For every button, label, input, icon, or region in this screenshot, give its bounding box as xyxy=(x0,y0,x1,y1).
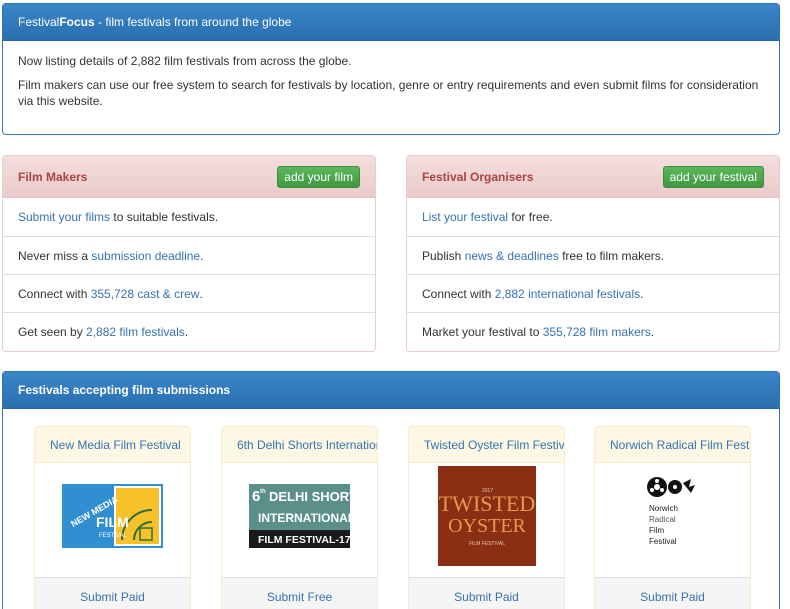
svg-text:OYSTER: OYSTER xyxy=(448,515,526,537)
film-makers-panel: Film Makers add your film Submit your fi… xyxy=(2,155,376,352)
film-festivals-link[interactable]: 2,882 film festivals xyxy=(86,325,185,339)
list-item: Publish news & deadlines free to film ma… xyxy=(407,236,779,274)
submit-paid-link[interactable]: Submit Paid xyxy=(595,577,750,609)
list-item-text: . xyxy=(184,324,189,339)
festival-card[interactable]: Norwich Radical Film Festival Norwich Ra… xyxy=(594,426,751,609)
news-deadlines-link[interactable]: news & deadlines xyxy=(465,249,559,263)
submit-free-link[interactable]: Submit Free xyxy=(222,577,377,609)
norwich-radical-logo: Norwich Radical Film Festival xyxy=(646,477,695,546)
list-item-text: . xyxy=(200,248,204,263)
svg-text:INTERNATIONAL: INTERNATIONAL xyxy=(258,511,350,525)
list-item-text: Connect with xyxy=(422,286,495,301)
festival-card-title[interactable]: Twisted Oyster Film Festival xyxy=(409,427,564,463)
festivals-accepting-panel: Festivals accepting film submissions New… xyxy=(2,371,780,609)
festival-card-title[interactable]: Norwich Radical Film Festival xyxy=(595,427,750,463)
festival-logo[interactable]: 6 th DELHI SHORTS INTERNATIONAL FILM FES… xyxy=(222,463,377,569)
festival-organisers-title: Festival Organisers xyxy=(422,169,534,184)
festival-card[interactable]: New Media Film Festival NEW MEDIA FILM F… xyxy=(34,426,191,609)
svg-text:Norwich: Norwich xyxy=(649,504,678,513)
list-item-text: . xyxy=(199,286,203,301)
list-item: Submit your films to suitable festivals. xyxy=(3,198,375,236)
cast-crew-link[interactable]: 355,728 cast & crew xyxy=(91,287,200,301)
svg-text:DELHI SHORTS: DELHI SHORTS xyxy=(269,489,350,504)
international-festivals-link[interactable]: 2,882 international festivals xyxy=(495,287,640,301)
list-item: Market your festival to 355,728 film mak… xyxy=(407,312,779,350)
new-media-logo: NEW MEDIA FILM FESTIVAL xyxy=(62,484,163,548)
intro-panel: FestivalFocus - film festivals from arou… xyxy=(2,3,780,135)
submission-deadline-link[interactable]: submission deadline xyxy=(91,249,200,263)
list-item-text: free to film makers. xyxy=(558,248,665,263)
list-item-text: Connect with xyxy=(18,286,91,301)
festival-card-title[interactable]: 6th Delhi Shorts International Film Fest… xyxy=(222,427,377,463)
festival-logo[interactable]: NEW MEDIA FILM FESTIVAL xyxy=(35,463,190,569)
film-makers-link[interactable]: 355,728 film makers xyxy=(543,325,651,339)
svg-text:TWISTED: TWISTED xyxy=(438,491,535,516)
site-tagline: - film festivals from around the globe xyxy=(94,15,292,29)
list-item-text: to suitable festivals. xyxy=(110,210,219,224)
site-brand: FestivalFocus xyxy=(18,15,95,29)
list-your-festival-link[interactable]: List your festival xyxy=(422,210,508,224)
film-makers-list: Submit your films to suitable festivals.… xyxy=(3,198,375,350)
svg-text:Radical: Radical xyxy=(649,515,676,524)
brand-bold: Focus xyxy=(59,15,95,29)
list-item-text: for free. xyxy=(508,210,553,224)
list-item: Connect with 2,882 international festiva… xyxy=(407,274,779,312)
svg-text:th: th xyxy=(260,489,266,495)
list-item-text: . xyxy=(640,286,644,301)
brand-plain: Festival xyxy=(18,15,60,29)
add-your-festival-button[interactable]: add your festival xyxy=(662,165,764,188)
list-item: List your festival for free. xyxy=(407,198,779,236)
svg-text:FESTIVAL: FESTIVAL xyxy=(99,533,128,539)
svg-text:FILM FESTIVAL-17: FILM FESTIVAL-17 xyxy=(258,534,350,546)
add-your-film-button[interactable]: add your film xyxy=(277,165,360,188)
festival-organisers-panel: Festival Organisers add your festival Li… xyxy=(406,155,780,352)
list-item-text: Publish xyxy=(422,248,465,263)
festival-logo[interactable]: 2017 TWISTED OYSTER FILM FESTIVAL xyxy=(409,463,564,569)
list-item: Never miss a submission deadline. xyxy=(3,236,375,274)
festival-organisers-list: List your festival for free. Publish new… xyxy=(407,198,779,350)
list-item-text: Market your festival to xyxy=(422,324,543,339)
svg-text:Festival: Festival xyxy=(649,537,677,546)
festival-logo[interactable]: Norwich Radical Film Festival xyxy=(595,463,750,569)
intro-panel-heading: FestivalFocus - film festivals from arou… xyxy=(3,4,779,41)
film-makers-heading: Film Makers add your film xyxy=(3,156,375,198)
list-item: Get seen by 2,882 film festivals. xyxy=(3,312,375,350)
film-makers-title: Film Makers xyxy=(18,169,88,184)
list-item-text: Never miss a xyxy=(18,248,92,263)
intro-listing-text: Now listing details of 2,882 film festiv… xyxy=(18,54,352,68)
festival-card-title[interactable]: New Media Film Festival xyxy=(35,427,190,463)
list-item: Connect with 355,728 cast & crew. xyxy=(3,274,375,312)
svg-text:FILM FESTIVAL: FILM FESTIVAL xyxy=(468,541,504,547)
submit-your-films-link[interactable]: Submit your films xyxy=(18,210,110,224)
festivals-accepting-heading: Festivals accepting film submissions xyxy=(3,372,779,409)
svg-text:FILM: FILM xyxy=(96,514,129,530)
twisted-oyster-logo: 2017 TWISTED OYSTER FILM FESTIVAL xyxy=(437,466,536,566)
svg-text:Film: Film xyxy=(649,526,664,535)
festival-organisers-heading: Festival Organisers add your festival xyxy=(407,156,779,198)
list-item-text: . xyxy=(650,324,655,339)
intro-panel-body: Now listing details of 2,882 film festiv… xyxy=(3,41,779,129)
delhi-shorts-logo: 6 th DELHI SHORTS INTERNATIONAL FILM FES… xyxy=(249,484,350,548)
festival-card[interactable]: 6th Delhi Shorts International Film Fest… xyxy=(221,426,378,609)
festival-card[interactable]: Twisted Oyster Film Festival 2017 TWISTE… xyxy=(408,426,565,609)
intro-description-text: Film makers can use our free system to s… xyxy=(18,78,759,108)
submit-paid-link[interactable]: Submit Paid xyxy=(409,577,564,609)
list-item-text: Get seen by xyxy=(18,324,87,339)
submit-paid-link[interactable]: Submit Paid xyxy=(35,577,190,609)
